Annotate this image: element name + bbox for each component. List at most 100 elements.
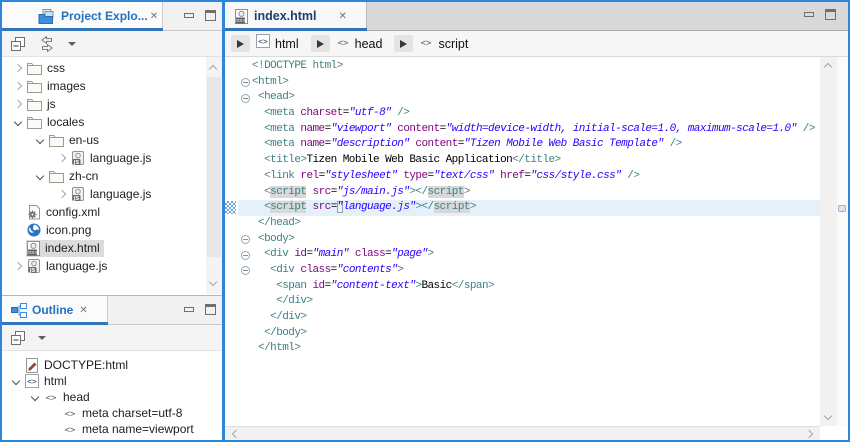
explorer-item-locales[interactable]: locales (2, 113, 222, 131)
outline-item-doctype-html[interactable]: DOCTYPE:html (2, 357, 222, 373)
explorer-item-config-xml[interactable]: config.xml (2, 203, 222, 221)
code-line-14[interactable]: <div class="contents"> (225, 263, 820, 279)
breadcrumb-expand-button[interactable] (311, 35, 330, 52)
breadcrumb-item-html[interactable]: <>html (256, 34, 299, 53)
view-menu-icon[interactable] (38, 336, 46, 340)
code-line-6[interactable]: <meta name="description" content="Tizen … (225, 137, 820, 153)
view-menu-icon[interactable] (68, 42, 76, 46)
outline-item-head[interactable]: <>head (2, 389, 222, 405)
code-line-16[interactable]: </div> (225, 294, 820, 310)
fold-collapse-icon[interactable] (238, 263, 252, 279)
code-line-4[interactable]: <meta charset="utf-8" /> (225, 106, 820, 122)
code-line-5[interactable]: <meta name="viewport" content="width=dev… (225, 122, 820, 138)
tree-item-label: DOCTYPE:html (44, 358, 128, 372)
code-lines: <!DOCTYPE html><html><head><meta charset… (225, 57, 820, 357)
collapse-arrow-icon[interactable] (10, 119, 26, 125)
explorer-item-language-js[interactable]: JSlanguage.js (2, 185, 222, 203)
code-line-body: </body> (238, 326, 820, 342)
minimize-button[interactable] (804, 12, 814, 17)
scroll-down-icon[interactable] (824, 412, 832, 420)
explorer-item-index-html[interactable]: htmlindex.html (2, 239, 222, 257)
tab-index-html[interactable]: html index.html ✕ (225, 2, 367, 30)
scrollbar-thumb[interactable] (207, 77, 221, 257)
close-icon[interactable]: ✕ (79, 305, 87, 316)
link-with-editor-icon[interactable] (38, 36, 56, 52)
collapse-all-icon[interactable] (10, 330, 26, 346)
minimize-button[interactable] (184, 307, 194, 312)
explorer-item-language-js[interactable]: JSlanguage.js (2, 257, 222, 275)
code-line-9[interactable]: <script src="js/main.js"></script> (225, 185, 820, 201)
tab-project-explorer[interactable]: Project Explo... ✕ (2, 2, 163, 30)
collapse-arrow-icon[interactable] (32, 137, 48, 143)
scroll-right-icon[interactable] (805, 430, 813, 438)
fold-collapse-icon[interactable] (238, 75, 252, 91)
code-line-3[interactable]: <head> (225, 90, 820, 106)
annotation-ruler (225, 216, 238, 232)
code-line-12[interactable]: <body> (225, 232, 820, 248)
explorer-item-icon-png[interactable]: icon.png (2, 221, 222, 239)
code-text: <meta name="viewport" content="width=dev… (252, 122, 815, 138)
scroll-up-icon[interactable] (824, 63, 832, 71)
code-line-11[interactable]: </head> (225, 216, 820, 232)
explorer-item-js[interactable]: js (2, 95, 222, 113)
code-line-2[interactable]: <html> (225, 75, 820, 91)
code-line-10[interactable]: <script src="language.js"></script> (225, 200, 820, 216)
code-line-17[interactable]: </div> (225, 310, 820, 326)
token-p: Basic (421, 280, 451, 292)
code-line-19[interactable]: </html> (225, 341, 820, 357)
code-line-8[interactable]: <link rel="stylesheet" type="text/css" h… (225, 169, 820, 185)
collapse-arrow-icon[interactable] (8, 378, 24, 384)
maximize-button[interactable] (205, 10, 216, 21)
expand-arrow-icon[interactable] (10, 65, 26, 71)
close-icon[interactable]: ✕ (339, 11, 347, 22)
breadcrumb-item-head[interactable]: <>head (336, 35, 383, 53)
code-editor[interactable]: <!DOCTYPE html><html><head><meta charset… (225, 57, 820, 426)
collapse-arrow-icon[interactable] (27, 394, 43, 400)
expand-arrow-icon[interactable] (54, 191, 70, 197)
code-line-7[interactable]: <title>Tizen Mobile Web Basic Applicatio… (225, 153, 820, 169)
code-text: <meta charset="utf-8" /> (252, 106, 409, 122)
maximize-button[interactable] (825, 9, 836, 20)
explorer-item-css[interactable]: css (2, 59, 222, 77)
expand-arrow-icon[interactable] (54, 155, 70, 161)
expand-arrow-icon[interactable] (10, 101, 26, 107)
explorer-item-language-js[interactable]: JSlanguage.js (2, 149, 222, 167)
annotation-ruler (225, 232, 238, 248)
editor-vertical-scrollbar[interactable] (820, 57, 837, 426)
collapse-all-icon[interactable] (10, 36, 26, 52)
close-icon[interactable]: ✕ (150, 11, 158, 22)
outline-item-meta-name-viewport[interactable]: <>meta name=viewport (2, 421, 222, 437)
editor-horizontal-scrollbar[interactable] (225, 426, 820, 440)
outline-item-meta-charset-utf-8[interactable]: <>meta charset=utf-8 (2, 405, 222, 421)
expand-arrow-icon[interactable] (10, 83, 26, 89)
token-a: name (300, 123, 324, 135)
breadcrumb-expand-button[interactable] (231, 35, 250, 52)
outline-item-html[interactable]: <>html (2, 373, 222, 389)
breadcrumb-item-script[interactable]: <>script (419, 35, 468, 53)
code-line-13[interactable]: <div id="main" class="page"> (225, 247, 820, 263)
expand-arrow-icon[interactable] (10, 263, 26, 269)
explorer-item-images[interactable]: images (2, 77, 222, 95)
annotation-ruler (225, 263, 238, 279)
scroll-up-icon[interactable] (209, 65, 217, 73)
explorer-item-zh-cn[interactable]: zh-cn (2, 167, 222, 185)
fold-collapse-icon[interactable] (238, 247, 252, 263)
tab-outline[interactable]: Outline ✕ (2, 296, 108, 324)
fold-collapse-icon[interactable] (238, 90, 252, 106)
code-text: </html> (252, 341, 300, 357)
maximize-button[interactable] (205, 304, 216, 315)
tag-icon: <> (419, 35, 433, 53)
collapse-arrow-icon[interactable] (32, 173, 48, 179)
code-line-15[interactable]: <span id="content-text">Basic</span> (225, 279, 820, 295)
project-explorer-scrollbar[interactable] (206, 57, 222, 294)
scroll-down-icon[interactable] (209, 278, 217, 286)
fold-collapse-icon[interactable] (238, 232, 252, 248)
minimize-button[interactable] (184, 13, 194, 18)
scroll-left-icon[interactable] (232, 430, 240, 438)
code-line-18[interactable]: </body> (225, 326, 820, 342)
breadcrumb-expand-button[interactable] (394, 35, 413, 52)
tree-item-label: language.js (46, 259, 107, 273)
explorer-item-en-us[interactable]: en-us (2, 131, 222, 149)
overview-annotation-marker[interactable] (838, 205, 846, 212)
code-line-1[interactable]: <!DOCTYPE html> (225, 59, 820, 75)
